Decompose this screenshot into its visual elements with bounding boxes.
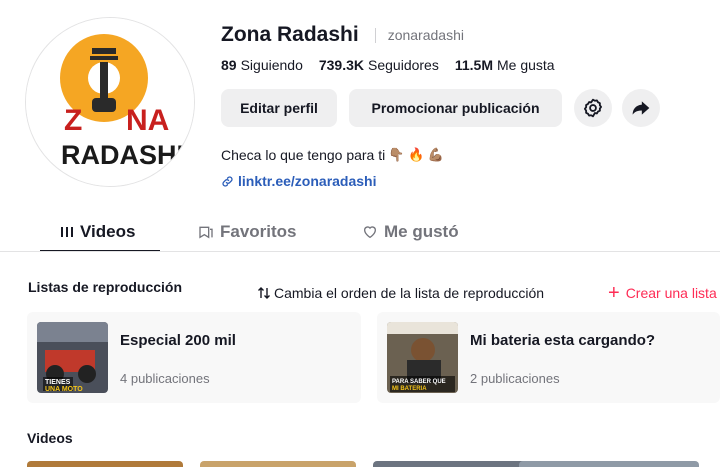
playlist-count: 2 publicaciones (470, 371, 560, 386)
plus-icon: + (608, 282, 620, 304)
profile-avatar[interactable]: Z NA RADASHI (25, 17, 195, 187)
grid-icon (61, 227, 73, 237)
tab-liked[interactable]: Me gustó (362, 222, 459, 242)
tab-favorites[interactable]: Favoritos (198, 222, 297, 242)
svg-text:UNA MOTO: UNA MOTO (45, 386, 83, 393)
video-thumbnail[interactable] (27, 461, 183, 467)
bio-link-text[interactable]: linktr.ee/zonaradashi (238, 173, 377, 189)
playlist-card[interactable]: TIENES UNA MOTO Especial 200 mil 4 publi… (27, 312, 361, 403)
bio-emojis: 👇🏽 🔥 💪🏽 (388, 147, 445, 162)
video-thumbnail[interactable] (373, 461, 529, 467)
svg-text:Z: Z (64, 104, 82, 137)
share-profile-button[interactable] (622, 89, 660, 127)
link-icon (222, 175, 233, 187)
bio-text: Checa lo que tengo para ti (221, 147, 386, 163)
heart-icon (363, 226, 377, 239)
username: zonaradashi (387, 27, 464, 43)
settings-button[interactable] (574, 89, 612, 127)
bio: Checa lo que tengo para ti 👇🏽 🔥 💪🏽 (221, 147, 444, 163)
playlist-card[interactable]: PARA SABER QUE MI BATERIA Mi bateria est… (377, 312, 720, 403)
video-thumbnail[interactable] (200, 461, 356, 467)
playlist-title: Mi bateria esta cargando? (470, 332, 656, 349)
stat-following[interactable]: 89 Siguiendo (221, 57, 303, 73)
share-arrow-icon (632, 101, 650, 115)
stat-followers[interactable]: 739.3K Seguidores (319, 57, 439, 73)
sort-arrows-icon (258, 287, 270, 299)
playlist-thumbnail: PARA SABER QUE MI BATERIA (387, 322, 458, 393)
video-thumbnail[interactable] (519, 461, 699, 467)
profile-stats: 89 Siguiendo 739.3K Seguidores 11.5M Me gus… (221, 57, 571, 73)
stat-likes: 11.5M Me gusta (454, 57, 555, 73)
edit-profile-button[interactable]: Editar perfil (221, 89, 337, 127)
tab-videos[interactable]: Videos (60, 222, 135, 242)
svg-text:NA: NA (126, 104, 169, 137)
gear-icon (584, 98, 602, 118)
bio-link[interactable]: linktr.ee/zonaradashi (221, 173, 377, 189)
name-separator (374, 27, 376, 43)
display-name: Zona Radashi (221, 23, 359, 46)
bookmark-icon (199, 226, 213, 239)
videos-header: Videos (27, 430, 73, 446)
playlist-count: 4 publicaciones (120, 371, 210, 386)
svg-text:TIENES: TIENES (45, 379, 71, 386)
create-playlist-button[interactable]: + Crear una lista (608, 282, 717, 304)
svg-text:RADASHI: RADASHI (61, 140, 184, 170)
reorder-playlists-button[interactable]: Cambia el orden de la lista de reproducc… (257, 285, 544, 301)
playlist-title: Especial 200 mil (120, 332, 236, 349)
svg-text:MI BATERIA: MI BATERIA (392, 386, 427, 392)
playlist-thumbnail: TIENES UNA MOTO (37, 322, 108, 393)
profile-tabs: Videos Favoritos Me gustó (0, 212, 720, 252)
tabs-divider (0, 251, 720, 252)
playlists-header: Listas de reproducción (28, 279, 183, 295)
promote-post-button[interactable]: Promocionar publicación (349, 89, 562, 127)
svg-text:PARA SABER QUE: PARA SABER QUE (392, 379, 446, 385)
